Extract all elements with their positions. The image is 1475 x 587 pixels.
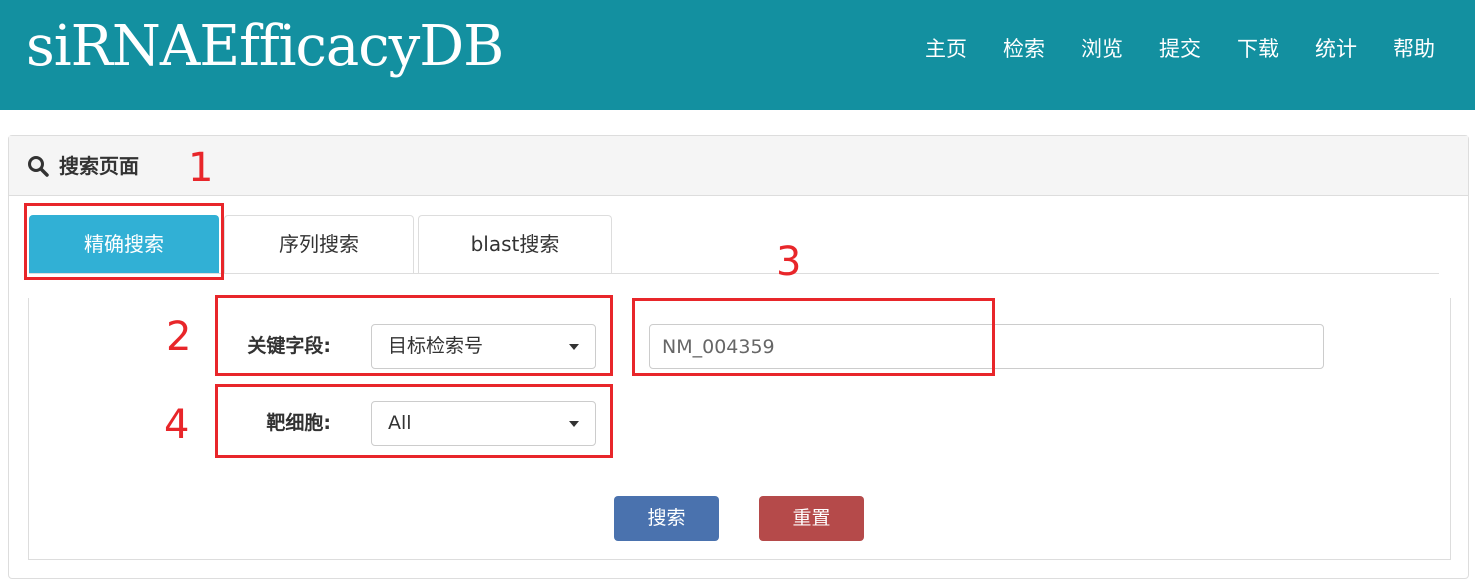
annotation-box-4 [215, 384, 613, 458]
nav-search[interactable]: 检索 [1003, 32, 1045, 66]
panel-heading: 搜索页面 [9, 136, 1468, 196]
annotation-number-1: 1 [188, 145, 214, 191]
nav-download[interactable]: 下载 [1237, 32, 1279, 66]
annotation-box-3 [632, 298, 995, 376]
top-navbar: siRNAEfficacyDB 主页 检索 浏览 提交 下载 统计 帮助 [0, 0, 1475, 110]
annotation-number-4: 4 [164, 402, 190, 448]
panel-title: 搜索页面 [59, 154, 139, 178]
nav-statistics[interactable]: 统计 [1315, 32, 1357, 66]
main-nav: 主页 检索 浏览 提交 下载 统计 帮助 [889, 32, 1435, 66]
tab-sequence-search[interactable]: 序列搜索 [224, 215, 414, 273]
tab-blast-search[interactable]: blast搜索 [418, 215, 612, 273]
site-brand[interactable]: siRNAEfficacyDB [26, 12, 504, 82]
search-tabs: 精确搜索 序列搜索 blast搜索 [29, 215, 1439, 274]
nav-browse[interactable]: 浏览 [1081, 32, 1123, 66]
search-icon [28, 156, 49, 177]
nav-submit[interactable]: 提交 [1159, 32, 1201, 66]
annotation-number-3: 3 [776, 239, 802, 285]
nav-help[interactable]: 帮助 [1393, 32, 1435, 66]
nav-home[interactable]: 主页 [925, 32, 967, 66]
annotation-box-1 [24, 203, 224, 280]
reset-button[interactable]: 重置 [759, 496, 864, 541]
annotation-number-2: 2 [166, 314, 192, 360]
search-button[interactable]: 搜索 [614, 496, 719, 541]
annotation-box-2 [215, 295, 613, 376]
